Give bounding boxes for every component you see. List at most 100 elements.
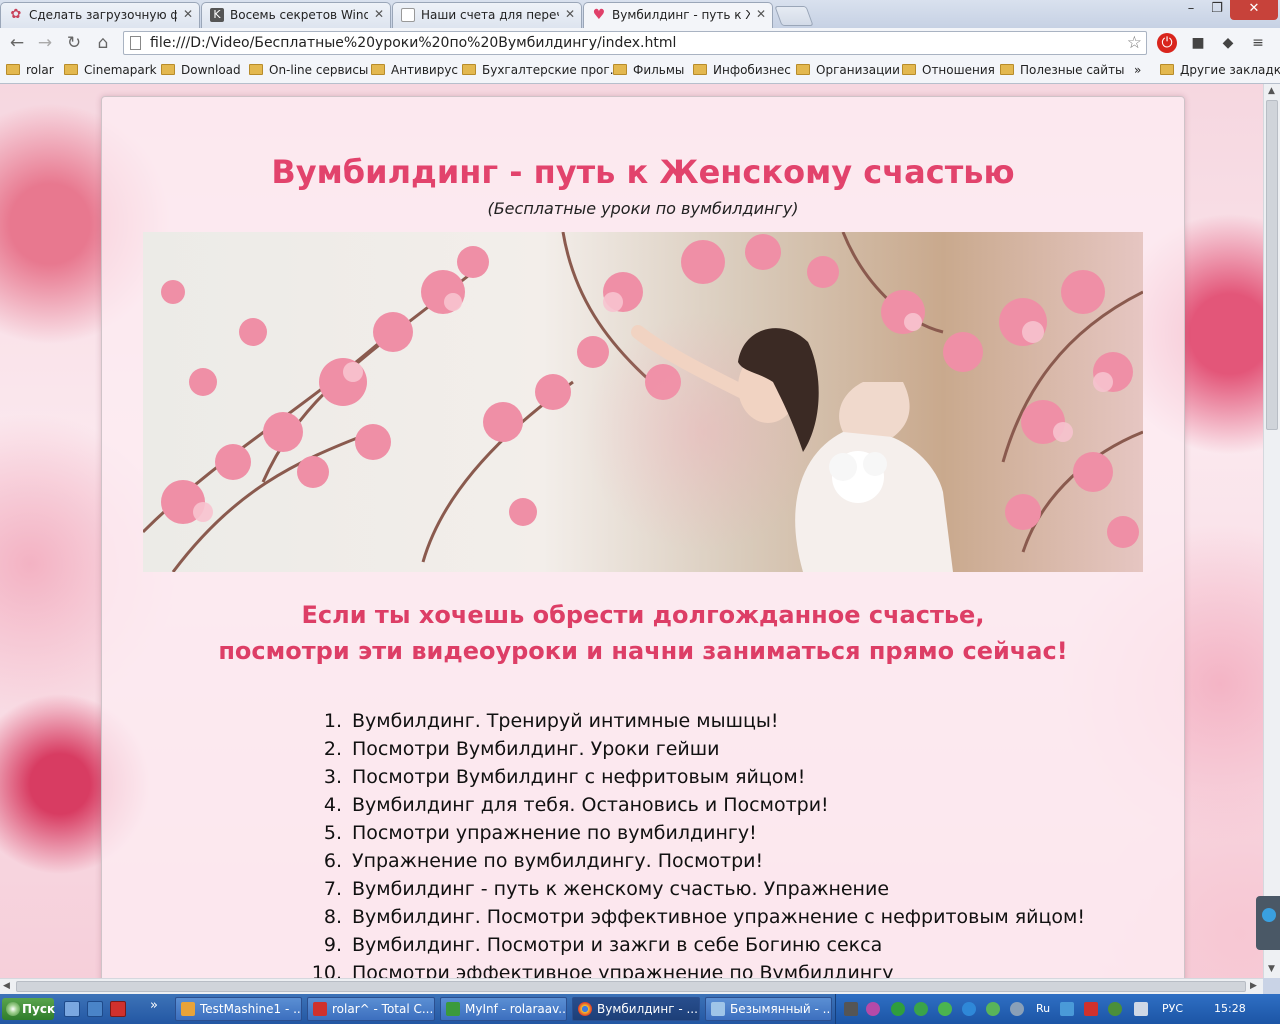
lesson-item-10[interactable]: 10. Посмотри эффективное упражнение по Ву… bbox=[302, 959, 1085, 978]
headline-line-2: посмотри эти видеоуроки и начни занимать… bbox=[218, 637, 1068, 665]
lesson-list: 1. Вумбилдинг. Тренируй интимные мышцы! 2… bbox=[302, 707, 1085, 978]
bookmark-accounting[interactable]: Бухгалтерские прог... bbox=[462, 63, 621, 79]
heart-favicon-icon: ♥ bbox=[592, 7, 606, 23]
show-desktop-icon[interactable] bbox=[64, 1001, 80, 1017]
lesson-link[interactable]: Вумбилдинг для тебя. Остановись и Посмот… bbox=[352, 794, 829, 816]
bookmark-useful[interactable]: Полезные сайты bbox=[1000, 63, 1125, 79]
close-tab-icon[interactable]: ✕ bbox=[374, 7, 384, 21]
start-label: Пуск bbox=[22, 1002, 56, 1016]
lesson-item-8[interactable]: 8. Вумбилдинг. Посмотри эффективное упраж… bbox=[302, 903, 1085, 931]
tab-1[interactable]: ✿ Сделать загрузочную фл ✕ bbox=[0, 2, 200, 28]
settings-icon[interactable]: ≡ bbox=[1248, 33, 1268, 53]
minimize-icon[interactable]: – bbox=[1180, 0, 1202, 20]
tab-title: Восемь секретов Window bbox=[230, 8, 368, 22]
lesson-link[interactable]: Посмотри эффективное упражнение по Вумби… bbox=[352, 962, 893, 978]
bookmark-relations[interactable]: Отношения bbox=[902, 63, 995, 79]
lesson-item-7[interactable]: 7. Вумбилдинг - путь к женскому счастью. … bbox=[302, 875, 1085, 903]
bookmark-films[interactable]: Фильмы bbox=[613, 63, 684, 79]
vertical-scrollbar[interactable]: ▲ ▼ bbox=[1263, 84, 1280, 978]
bookmark-star-icon[interactable]: ☆ bbox=[1127, 33, 1142, 53]
new-tab-button[interactable] bbox=[774, 6, 814, 26]
bookmark-other[interactable]: Другие закладки bbox=[1160, 63, 1280, 79]
bookmark-download[interactable]: Download bbox=[161, 63, 241, 79]
close-window-icon[interactable]: ✕ bbox=[1230, 0, 1278, 20]
tray-icon-1[interactable] bbox=[844, 1002, 858, 1016]
scroll-down-icon[interactable]: ▼ bbox=[1268, 964, 1275, 974]
tray-icon-3[interactable] bbox=[891, 1002, 905, 1016]
tray-icon-2[interactable] bbox=[866, 1002, 880, 1016]
taskbar-button-testmashine[interactable]: TestMashine1 - ... bbox=[175, 997, 302, 1021]
taskbar-button-myinf[interactable]: MyInf - rolaraav... bbox=[440, 997, 567, 1021]
network-icon[interactable] bbox=[1060, 1002, 1074, 1016]
floppy-icon bbox=[313, 1002, 327, 1016]
vertical-scroll-thumb[interactable] bbox=[1266, 100, 1278, 430]
side-widget-tab[interactable] bbox=[1256, 896, 1280, 950]
restore-icon[interactable]: ❐ bbox=[1206, 0, 1228, 20]
address-bar[interactable]: file:///D:/Video/Бесплатные%20уроки%20по… bbox=[123, 31, 1147, 55]
tray-icon-4[interactable] bbox=[914, 1002, 928, 1016]
quicklaunch-icon[interactable] bbox=[87, 1001, 103, 1017]
start-button[interactable]: Пуск bbox=[2, 998, 56, 1020]
folder-icon bbox=[371, 64, 385, 75]
taskbar-button-total-commander[interactable]: rolar^ - Total C... bbox=[307, 997, 435, 1021]
bookmark-online[interactable]: On-line сервисы bbox=[249, 63, 368, 79]
close-tab-icon[interactable]: ✕ bbox=[183, 7, 193, 21]
bookmarks-overflow-button[interactable]: » bbox=[1134, 63, 1141, 79]
close-tab-icon[interactable]: ✕ bbox=[565, 7, 575, 21]
reload-icon[interactable]: ↻ bbox=[63, 32, 85, 54]
taskbar-button-browser[interactable]: Вумбилдинг - ... bbox=[572, 997, 700, 1021]
lesson-link[interactable]: Вумбилдинг. Посмотри и зажги в себе Боги… bbox=[352, 934, 882, 956]
bookmark-organizations[interactable]: Организации bbox=[796, 63, 900, 79]
lesson-link[interactable]: Посмотри упражнение по вумбилдингу! bbox=[352, 822, 757, 844]
paint-icon bbox=[711, 1002, 725, 1016]
extension-icon-2[interactable]: ◆ bbox=[1218, 33, 1238, 53]
bookmark-rolar[interactable]: rolar bbox=[6, 63, 54, 79]
lesson-item-5[interactable]: 5. Посмотри упражнение по вумбилдингу! bbox=[302, 819, 1085, 847]
folder-icon bbox=[693, 64, 707, 75]
lesson-item-1[interactable]: 1. Вумбилдинг. Тренируй интимные мышцы! bbox=[302, 707, 1085, 735]
lesson-link[interactable]: Вумбилдинг. Посмотри эффективное упражне… bbox=[352, 906, 1085, 928]
tray-icon-10[interactable] bbox=[1108, 1002, 1122, 1016]
tray-icon-9[interactable] bbox=[1084, 1002, 1098, 1016]
lesson-item-9[interactable]: 9. Вумбилдинг. Посмотри и зажги в себе Бо… bbox=[302, 931, 1085, 959]
tab-2[interactable]: K Восемь секретов Window ✕ bbox=[201, 2, 391, 28]
bookmark-antivirus[interactable]: Антивирус bbox=[371, 63, 458, 79]
tab-3[interactable]: Наши счета для перечис ✕ bbox=[392, 2, 582, 28]
lesson-item-2[interactable]: 2. Посмотри Вумбилдинг. Уроки гейши bbox=[302, 735, 1085, 763]
tab-active[interactable]: ♥ Вумбилдинг - путь к Жен ✕ bbox=[583, 2, 773, 28]
lesson-link[interactable]: Упражнение по вумбилдингу. Посмотри! bbox=[352, 850, 763, 872]
language-indicator[interactable]: РУС bbox=[1162, 1002, 1183, 1015]
extension-icon[interactable]: ■ bbox=[1188, 33, 1208, 53]
lesson-item-6[interactable]: 6. Упражнение по вумбилдингу. Посмотри! bbox=[302, 847, 1085, 875]
scroll-right-icon[interactable]: ▶ bbox=[1250, 981, 1257, 991]
lesson-link[interactable]: Вумбилдинг. Тренируй интимные мышцы! bbox=[352, 710, 779, 732]
volume-icon[interactable] bbox=[1134, 1002, 1148, 1016]
taskbar-button-paint[interactable]: Безымянный - ... bbox=[705, 997, 832, 1021]
tray-icon-8[interactable] bbox=[1010, 1002, 1024, 1016]
flower-favicon-icon: ✿ bbox=[10, 7, 22, 22]
adblock-icon[interactable]: ⏻ bbox=[1157, 33, 1177, 53]
lesson-item-4[interactable]: 4. Вумбилдинг для тебя. Остановись и Посм… bbox=[302, 791, 1085, 819]
tray-icon-7[interactable] bbox=[986, 1002, 1000, 1016]
lesson-item-3[interactable]: 3. Посмотри Вумбилдинг с нефритовым яйцом… bbox=[302, 763, 1085, 791]
lesson-link[interactable]: Посмотри Вумбилдинг с нефритовым яйцом! bbox=[352, 766, 805, 788]
lesson-link[interactable]: Вумбилдинг - путь к женскому счастью. Уп… bbox=[352, 878, 889, 900]
forward-icon[interactable]: → bbox=[34, 32, 56, 54]
quicklaunch-overflow[interactable]: » bbox=[150, 998, 158, 1013]
bookmark-infobusiness[interactable]: Инфобизнес bbox=[693, 63, 791, 79]
clock[interactable]: 15:28 bbox=[1214, 1002, 1246, 1015]
scroll-up-icon[interactable]: ▲ bbox=[1268, 86, 1275, 96]
tray-icon-5[interactable] bbox=[938, 1002, 952, 1016]
tray-icon-6[interactable] bbox=[962, 1002, 976, 1016]
lesson-link[interactable]: Посмотри Вумбилдинг. Уроки гейши bbox=[352, 738, 720, 760]
total-commander-icon[interactable] bbox=[110, 1001, 126, 1017]
home-icon[interactable]: ⌂ bbox=[92, 32, 114, 54]
scroll-left-icon[interactable]: ◀ bbox=[3, 981, 10, 991]
horizontal-scroll-thumb[interactable] bbox=[16, 981, 1246, 992]
folder-icon bbox=[462, 64, 476, 75]
close-tab-icon[interactable]: ✕ bbox=[756, 7, 766, 21]
bookmark-cinemapark[interactable]: Cinemapark bbox=[64, 63, 157, 79]
language-short[interactable]: Ru bbox=[1036, 1002, 1050, 1015]
horizontal-scrollbar[interactable]: ◀ ▶ bbox=[0, 978, 1263, 994]
back-icon[interactable]: ← bbox=[6, 32, 28, 54]
